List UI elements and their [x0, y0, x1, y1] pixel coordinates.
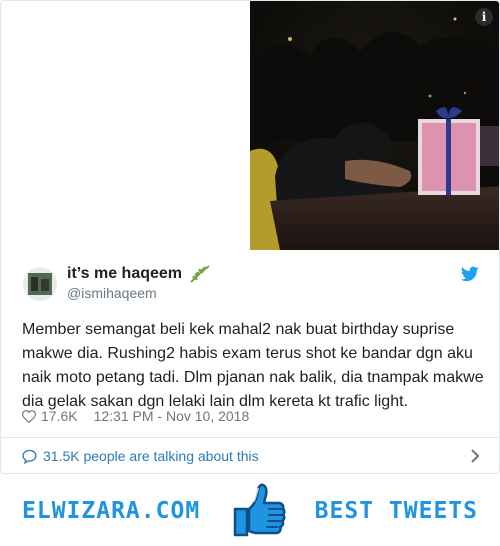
tweet-meta: 17.6K 12:31 PM - Nov 10, 2018: [22, 406, 249, 426]
leaf-emoji-icon: [190, 265, 210, 283]
display-name[interactable]: it’s me haqeem: [67, 265, 182, 283]
footer-banner: ELWIZARA.COM BEST TWEETS: [0, 474, 500, 546]
tweet-header: it’s me haqeem @ismihaqeem: [21, 264, 481, 304]
user-handle[interactable]: @ismihaqeem: [67, 285, 157, 301]
like-count[interactable]: 17.6K: [41, 408, 78, 424]
thumbs-up-icon: [233, 483, 286, 537]
timestamp[interactable]: 12:31 PM - Nov 10, 2018: [94, 408, 250, 424]
footer-tagline: BEST TWEETS: [314, 498, 478, 524]
divider: [1, 437, 499, 438]
info-icon[interactable]: i: [475, 8, 493, 26]
heart-icon[interactable]: [22, 409, 36, 423]
speech-bubble-icon: [22, 449, 37, 464]
avatar[interactable]: [23, 267, 57, 301]
site-brand: ELWIZARA.COM: [22, 498, 201, 524]
tweet-text: Member semangat beli kek mahal2 nak buat…: [22, 321, 484, 410]
twitter-bird-icon[interactable]: [461, 266, 479, 282]
tweet-photo[interactable]: [250, 1, 499, 250]
media-blank-panel: [1, 1, 250, 250]
chevron-right-icon: [471, 449, 480, 463]
tweet-card: i it’s me haqeem @ismihaqeem Member sema…: [0, 0, 500, 474]
tweet-media[interactable]: i: [1, 1, 499, 250]
conversation-link[interactable]: 31.5K people are talking about this: [22, 445, 482, 467]
conversation-label: 31.5K people are talking about this: [43, 448, 259, 464]
